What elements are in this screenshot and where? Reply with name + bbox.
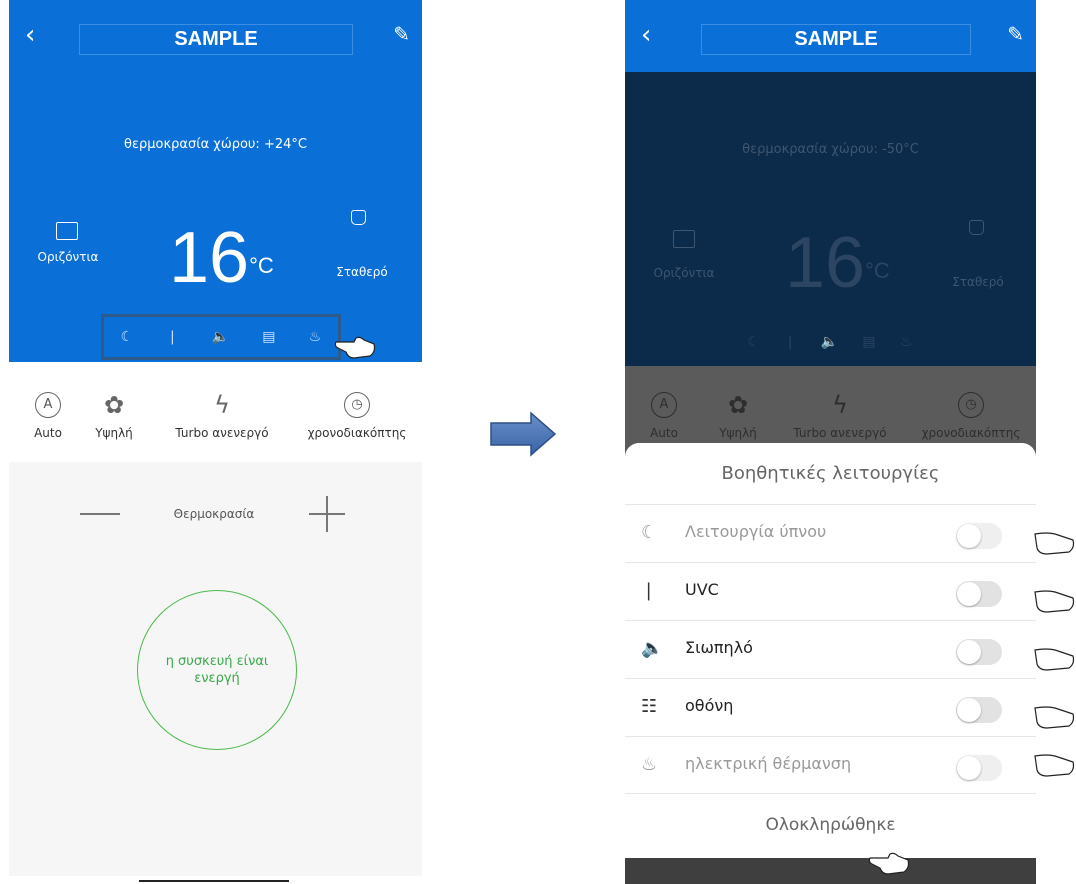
speaker-icon: 🔈 [211,329,229,345]
decrease-temp-button[interactable] [80,513,120,515]
lightning-icon: ϟ [214,391,230,419]
device-title[interactable]: SAMPLE [79,24,353,55]
pointer-hand-icon [334,336,376,359]
fan-icon: ✿ [727,391,749,419]
option-silent[interactable]: 🔈 Σιωπηλό [625,620,1036,678]
mode-timer[interactable]: ◷ χρονοδιακόπτης [301,392,413,440]
temperature-panel: Θερμοκρασία η συσκευή είναι ενεργή [9,462,422,876]
moon-icon: ☾ [747,334,760,350]
top-bar: ‹ SAMPLE ✎ [625,0,1036,72]
display-toggle[interactable] [956,697,1002,723]
mode-turbo[interactable]: ϟ Turbo ανενεργό [167,392,277,440]
heat-icon: ♨ [641,754,658,775]
swing-label: Οριζόντια [653,266,715,280]
home-indicator [139,880,289,882]
silent-toggle[interactable] [956,639,1002,665]
mode-timer: ◷ χρονοδιακόπτης [915,392,1027,440]
pointer-hands-column [1034,532,1075,777]
clock-icon: ◷ [344,392,370,418]
electric-heating-toggle[interactable] [956,755,1002,781]
mode-fan-speed[interactable]: ✿ Υψηλή [79,392,149,440]
pointer-hand-done-icon [868,852,910,875]
back-icon[interactable]: ‹ [25,22,35,48]
display-icon: ☷ [641,696,658,717]
display-icon: ▤ [262,329,276,345]
leaf-icon: ❘ [784,334,797,350]
device-title[interactable]: SAMPLE [701,24,971,55]
swing-label: Οριζόντια [37,250,99,264]
back-icon[interactable]: ‹ [641,22,651,48]
swing-icon [673,230,695,248]
done-button[interactable]: Ολοκληρώθηκε [625,815,1036,835]
mode-turbo: ϟ Turbo ανενεργό [793,391,887,440]
set-temperature: 16°C [785,223,890,303]
moon-icon: ☾ [641,522,658,543]
heat-icon: ♨ [900,334,913,350]
option-display[interactable]: ☷ οθόνη [625,678,1036,736]
option-sleep[interactable]: ☾ Λειτουργία ύπνου [625,504,1036,562]
left-screen: ‹ SAMPLE ✎ θερμοκρασία χώρου: +24°C Οριζ… [9,0,422,884]
device-status-circle[interactable]: η συσκευή είναι ενεργή [137,590,297,750]
room-temperature: θερμοκρασία χώρου: -50°C [742,142,919,157]
fan-mode-icon[interactable] [351,210,366,225]
speaker-icon: 🔈 [820,334,838,350]
auto-icon: A [35,392,61,418]
speaker-icon: 🔈 [641,638,664,659]
right-screen: ‹ SAMPLE ✎ θερμοκρασία χώρου: -50°C Οριζ… [625,0,1036,884]
sheet-title: Βοηθητικές λειτουργίες [721,463,940,484]
temp-label: Θερμοκρασία [173,507,255,521]
fan-mode-label: Σταθερό [952,275,1004,289]
feature-icons-bar[interactable]: ☾ ❘ 🔈 ▤ ♨ [101,314,341,360]
sleep-toggle[interactable] [956,523,1002,549]
room-temperature: θερμοκρασία χώρου: +24°C [124,137,307,152]
lightning-icon: ϟ [832,391,848,419]
option-electric-heating[interactable]: ♨ ηλεκτρική θέρμανση [625,736,1036,794]
uvc-toggle[interactable] [956,581,1002,607]
transition-arrow-icon [490,411,557,457]
heat-icon: ♨ [308,329,322,345]
clock-icon: ◷ [958,392,984,418]
edit-icon[interactable]: ✎ [393,22,410,46]
fan-mode-label: Σταθερό [336,265,388,279]
mode-auto[interactable]: A Auto [23,392,73,440]
swing-icon[interactable] [56,222,78,240]
increase-temp-button[interactable] [309,496,345,532]
mode-fan-speed: ✿ Υψηλή [719,391,757,440]
fan-mode-icon [969,220,984,235]
edit-icon[interactable]: ✎ [1007,22,1024,46]
leaf-icon: ❘ [641,580,657,601]
option-uvc[interactable]: ❘ UVC [625,562,1036,620]
display-icon: ▤ [862,334,876,350]
set-temperature: 16°C [169,218,274,298]
header-panel: ‹ SAMPLE ✎ θερμοκρασία χώρου: +24°C Οριζ… [9,0,422,362]
leaf-icon: ❘ [166,329,179,345]
moon-icon: ☾ [120,329,134,345]
mode-auto: A Auto [639,392,689,440]
bottom-bar [625,858,1036,884]
auxiliary-functions-sheet: Βοηθητικές λειτουργίες ☾ Λειτουργία ύπνο… [625,443,1036,858]
dimmed-header: θερμοκρασία χώρου: -50°C Οριζόντια 16°C … [625,72,1036,366]
feature-icons-bar: ☾ ❘ 🔈 ▤ ♨ [735,330,925,354]
fan-icon: ✿ [103,391,125,419]
auto-icon: A [651,392,677,418]
